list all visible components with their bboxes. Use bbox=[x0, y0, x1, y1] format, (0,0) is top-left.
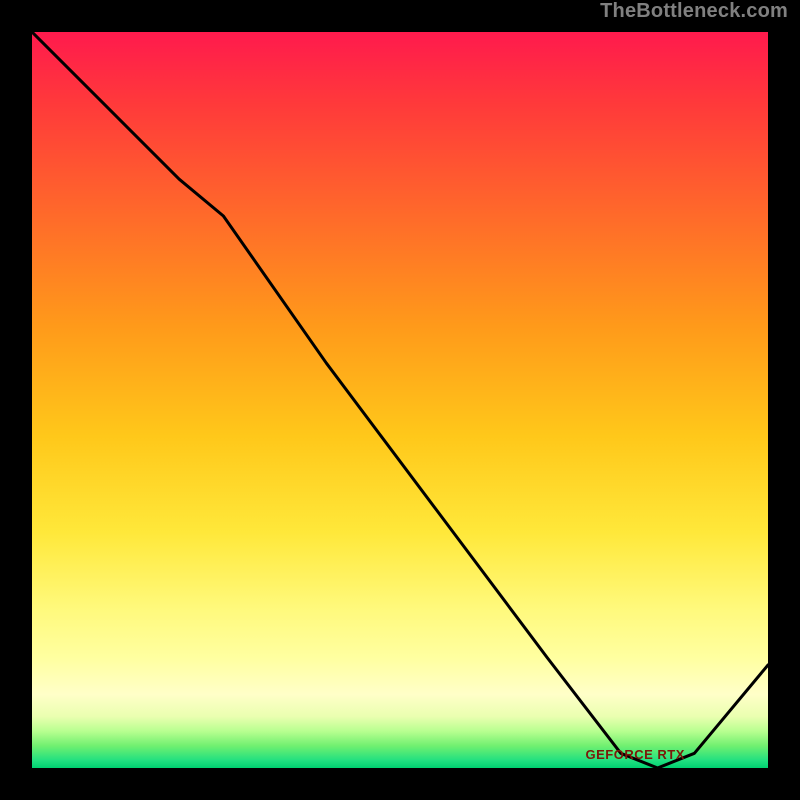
series-line bbox=[32, 32, 768, 768]
chart-canvas: TheBottleneck.com GEFORCE RTX bbox=[0, 0, 800, 800]
attribution-text: TheBottleneck.com bbox=[600, 0, 788, 23]
series-annotation: GEFORCE RTX bbox=[586, 747, 685, 762]
plot-area: GEFORCE RTX bbox=[32, 32, 768, 768]
line-layer bbox=[32, 32, 768, 768]
plot-frame: GEFORCE RTX bbox=[25, 25, 775, 775]
